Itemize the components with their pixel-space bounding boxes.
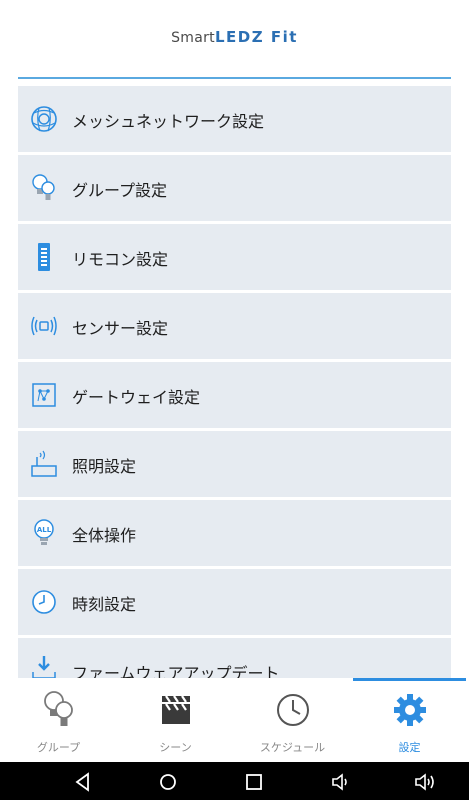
- menu-item-label: ゲートウェイ設定: [72, 388, 201, 407]
- menu-item-label: グループ設定: [72, 181, 168, 200]
- tab-label: シーン: [159, 741, 192, 754]
- menu-item-label: ファームウェアアップデート: [72, 664, 280, 678]
- clapperboard-icon: [162, 695, 190, 724]
- sensor-icon: [31, 316, 57, 336]
- menu-item-gateway[interactable]: ゲートウェイ設定: [18, 362, 451, 428]
- menu-item-label: 照明設定: [72, 457, 137, 476]
- clock-icon: [277, 694, 309, 726]
- volume-up-icon[interactable]: [414, 771, 436, 793]
- tab-schedule[interactable]: スケジュール: [234, 678, 351, 762]
- remote-control-icon: [38, 243, 50, 271]
- bottom-tab-bar: グループ シーン スケジュール 設定: [0, 678, 469, 762]
- menu-item-label: センサー設定: [72, 319, 169, 338]
- app-logo: SmartLEDZ Fit: [0, 28, 469, 46]
- recent-apps-icon[interactable]: [243, 771, 265, 793]
- app-header: SmartLEDZ Fit: [0, 0, 469, 79]
- tab-scene[interactable]: シーン: [117, 678, 234, 762]
- menu-item-group[interactable]: グループ設定: [18, 155, 451, 221]
- group-bulbs-icon: [44, 691, 73, 726]
- back-icon[interactable]: [72, 771, 94, 793]
- menu-item-sensor[interactable]: センサー設定: [18, 293, 451, 359]
- menu-item-time[interactable]: 時刻設定: [18, 569, 451, 635]
- volume-down-icon[interactable]: [330, 771, 352, 793]
- tab-settings[interactable]: 設定: [351, 678, 468, 762]
- gear-icon: [394, 694, 426, 726]
- home-icon[interactable]: [157, 771, 179, 793]
- header-divider: [18, 77, 451, 79]
- system-navigation-bar: [0, 762, 469, 800]
- svg-text:ALL: ALL: [37, 526, 52, 534]
- logo-brand: LEDZ Fit: [214, 28, 298, 46]
- active-tab-indicator: [353, 678, 466, 681]
- lighting-icon: [31, 450, 57, 477]
- clock-icon: [32, 590, 56, 614]
- menu-item-label: 全体操作: [72, 526, 137, 545]
- menu-item-lighting[interactable]: 照明設定: [18, 431, 451, 497]
- settings-menu[interactable]: メッシュネットワーク設定 グループ設定 リモコン設定 センサー設定 ゲートウェイ…: [18, 86, 451, 678]
- tab-group[interactable]: グループ: [0, 678, 117, 762]
- mesh-network-icon: [31, 106, 57, 132]
- tab-label: スケジュール: [259, 741, 326, 754]
- tab-label: グループ: [36, 741, 81, 754]
- logo-prefix: Smart: [171, 30, 215, 46]
- menu-item-label: メッシュネットワーク設定: [72, 112, 265, 131]
- tab-label: 設定: [398, 741, 421, 754]
- group-bulbs-icon: [32, 174, 55, 200]
- menu-item-all-control[interactable]: ALL 全体操作: [18, 500, 451, 566]
- menu-item-label: リモコン設定: [72, 250, 169, 269]
- menu-item-remote[interactable]: リモコン設定: [18, 224, 451, 290]
- menu-item-label: 時刻設定: [72, 595, 137, 614]
- download-icon: [32, 656, 56, 678]
- all-bulb-icon: ALL: [34, 519, 54, 545]
- gateway-icon: [32, 383, 56, 407]
- menu-item-mesh-network[interactable]: メッシュネットワーク設定: [18, 86, 451, 152]
- menu-item-firmware[interactable]: ファームウェアアップデート: [18, 638, 451, 678]
